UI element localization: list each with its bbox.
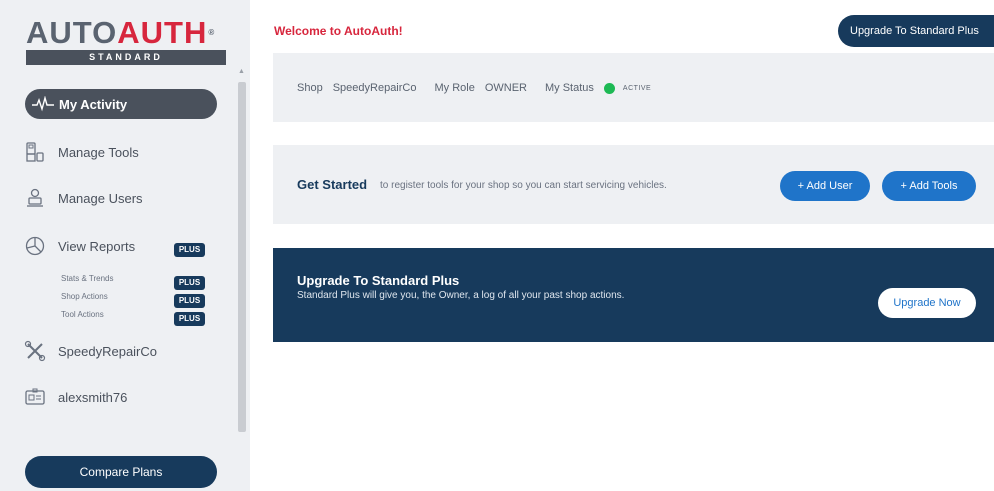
shop-info-card: Shop SpeedyRepairCo My Role OWNER My Sta… <box>273 53 994 122</box>
upgrade-now-button[interactable]: Upgrade Now <box>878 288 976 318</box>
welcome-message: Welcome to AutoAuth! <box>274 24 403 38</box>
sidebar-item-label: alexsmith76 <box>58 389 128 405</box>
shop-value: SpeedyRepairCo <box>332 82 417 94</box>
get-started-card: Get Started to register tools for your s… <box>273 145 994 224</box>
logo-auto-text: AUTO <box>26 15 118 50</box>
shop-info-row: Shop SpeedyRepairCo My Role OWNER My Sta… <box>297 82 651 94</box>
sidebar-scrollbar[interactable]: ▲ <box>236 68 248 491</box>
status-indicator-dot <box>603 82 615 94</box>
sidebar-item-label: My Activity <box>59 96 128 112</box>
sidebar-item-user-profile[interactable]: alexsmith76 <box>24 386 127 408</box>
plan-tier-label: STANDARD <box>26 50 226 65</box>
sidebar-item-label: Manage Tools <box>58 144 139 160</box>
sidebar-item-manage-users[interactable]: Manage Users <box>24 187 143 209</box>
add-user-button[interactable]: + Add User <box>780 171 870 201</box>
logo-registered-mark: ® <box>208 28 216 37</box>
upgrade-banner-description: Standard Plus will give you, the Owner, … <box>297 290 625 301</box>
wrench-cross-icon <box>24 340 46 362</box>
scroll-up-arrow-icon[interactable]: ▲ <box>238 68 245 75</box>
id-card-icon <box>24 386 46 408</box>
sidebar-item-manage-tools[interactable]: Manage Tools <box>24 141 139 163</box>
plus-badge: PLUS <box>174 294 205 308</box>
shop-label: Shop <box>297 82 323 94</box>
sidebar-item-shop[interactable]: SpeedyRepairCo <box>24 340 157 362</box>
tools-icon <box>24 141 46 163</box>
users-icon <box>24 187 46 209</box>
activity-pulse-icon <box>32 96 54 112</box>
add-tools-button[interactable]: + Add Tools <box>882 171 976 201</box>
role-label: My Role <box>434 82 475 94</box>
autoauth-logo[interactable]: AUTOAUTH® STANDARD <box>26 15 232 65</box>
scrollbar-thumb[interactable] <box>238 82 246 432</box>
upgrade-banner-title: Upgrade To Standard Plus <box>297 273 460 288</box>
logo-auth-text: AUTH <box>117 15 208 50</box>
plus-badge: PLUS <box>174 276 205 290</box>
plus-badge: PLUS <box>174 243 205 257</box>
get-started-description: to register tools for your shop so you c… <box>380 180 667 191</box>
role-value: OWNER <box>484 82 527 94</box>
get-started-title: Get Started <box>297 177 368 192</box>
sidebar-item-label: SpeedyRepairCo <box>58 343 158 359</box>
sidebar-item-label: Manage Users <box>58 190 143 206</box>
sidebar: AUTOAUTH® STANDARD ▲ My Activity Manage … <box>0 0 250 491</box>
plus-badge: PLUS <box>174 312 205 326</box>
status-label: My Status <box>545 82 594 94</box>
upgrade-banner: Upgrade To Standard Plus Standard Plus w… <box>273 248 994 342</box>
sidebar-item-view-reports[interactable]: View Reports <box>24 235 135 257</box>
sidebar-subitem-shop-actions[interactable]: Shop Actions <box>61 292 108 301</box>
sidebar-item-label: View Reports <box>58 238 136 254</box>
sidebar-subitem-tool-actions[interactable]: Tool Actions <box>61 310 104 319</box>
status-value: ACTIVE <box>622 84 652 92</box>
compare-plans-button[interactable]: Compare Plans <box>25 456 217 488</box>
upgrade-standard-plus-button[interactable]: Upgrade To Standard Plus <box>838 15 994 47</box>
sidebar-item-my-activity[interactable]: My Activity <box>25 89 217 119</box>
sidebar-subitem-stats-trends[interactable]: Stats & Trends <box>61 274 113 283</box>
pie-chart-icon <box>24 235 46 257</box>
